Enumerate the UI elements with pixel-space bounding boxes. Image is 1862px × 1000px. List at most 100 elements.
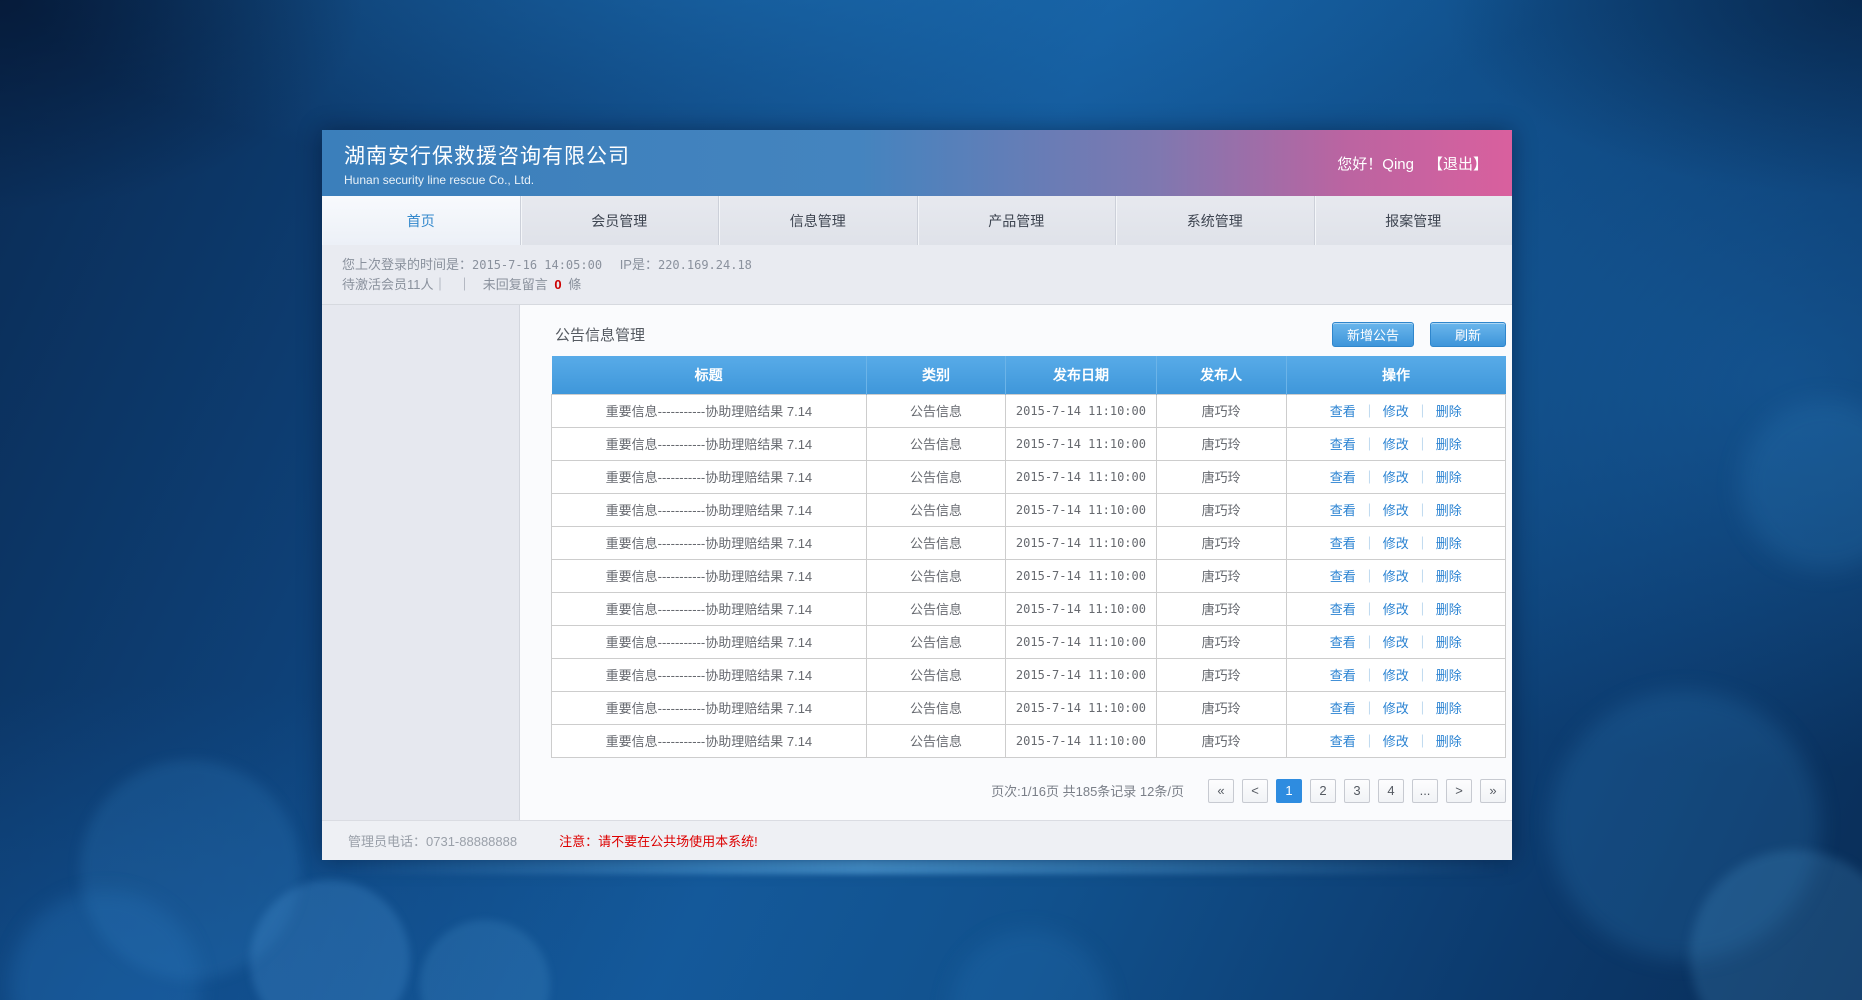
cell-title: 重要信息-----------协助理赔结果 7.14 [552, 592, 867, 625]
cell-publisher: 唐巧玲 [1156, 493, 1286, 526]
delete-link[interactable]: 删除 [1436, 635, 1462, 650]
edit-link[interactable]: 修改 [1383, 734, 1409, 749]
delete-link[interactable]: 删除 [1436, 668, 1462, 683]
cell-actions: 查看｜修改｜删除 [1286, 427, 1505, 460]
page-button-ellipsis[interactable]: ... [1412, 779, 1438, 803]
edit-link[interactable]: 修改 [1383, 404, 1409, 419]
view-link[interactable]: 查看 [1330, 536, 1356, 551]
delete-link[interactable]: 删除 [1436, 701, 1462, 716]
ip-address: 220.169.24.18 [658, 258, 752, 272]
refresh-button[interactable]: 刷新 [1430, 322, 1506, 347]
table-row: 重要信息-----------协助理赔结果 7.14公告信息2015-7-14 … [552, 658, 1506, 691]
action-separator: ｜ [1363, 635, 1376, 650]
edit-link[interactable]: 修改 [1383, 602, 1409, 617]
member-stats-line: 待激活会员11人｜ ｜ 未回复留言 0 條 [342, 275, 1512, 295]
edit-link[interactable]: 修改 [1383, 635, 1409, 650]
cell-category: 公告信息 [866, 526, 1005, 559]
cell-category: 公告信息 [866, 592, 1005, 625]
table-header-row: 标题类别发布日期发布人操作 [552, 356, 1506, 394]
view-link[interactable]: 查看 [1330, 668, 1356, 683]
edit-link[interactable]: 修改 [1383, 470, 1409, 485]
cell-actions: 查看｜修改｜删除 [1286, 460, 1505, 493]
view-link[interactable]: 查看 [1330, 470, 1356, 485]
delete-link[interactable]: 删除 [1436, 470, 1462, 485]
view-link[interactable]: 查看 [1330, 635, 1356, 650]
nav-tab-products[interactable]: 产品管理 [918, 196, 1117, 245]
nav-tab-members[interactable]: 会员管理 [521, 196, 720, 245]
main-nav: 首页会员管理信息管理产品管理系统管理报案管理 [322, 196, 1512, 245]
pagination-summary: 页次:1/16页 共185条记录 12条/页 [991, 781, 1184, 800]
view-link[interactable]: 查看 [1330, 437, 1356, 452]
nav-tab-information[interactable]: 信息管理 [719, 196, 918, 245]
column-header: 发布人 [1156, 356, 1286, 394]
main-body: 公告信息管理 新增公告 刷新 标题类别发布日期发布人操作 重要信息-------… [322, 305, 1512, 820]
login-info-bar: 您上次登录的时间是：2015-7-16 14:05:00 IP是：220.169… [322, 245, 1512, 305]
action-separator: ｜ [1416, 404, 1429, 419]
delete-link[interactable]: 删除 [1436, 536, 1462, 551]
delete-link[interactable]: 删除 [1436, 503, 1462, 518]
cell-actions: 查看 ｜ 修改 ｜ 删除 [1286, 394, 1505, 427]
table-row: 重要信息-----------协助理赔结果 7.14公告信息2015-7-14 … [552, 724, 1506, 757]
bokeh-circle [420, 920, 550, 1000]
view-link[interactable]: 查看 [1330, 734, 1356, 749]
cell-title: 重要信息-----------协助理赔结果 7.14 [552, 460, 867, 493]
view-link[interactable]: 查看 [1330, 701, 1356, 716]
edit-link[interactable]: 修改 [1383, 503, 1409, 518]
delete-link[interactable]: 删除 [1436, 734, 1462, 749]
view-link[interactable]: 查看 [1330, 602, 1356, 617]
page-button-last[interactable]: » [1480, 779, 1506, 803]
cell-category: 公告信息 [866, 724, 1005, 757]
page-button-first[interactable]: « [1208, 779, 1234, 803]
delete-link[interactable]: 删除 [1436, 569, 1462, 584]
column-header: 类别 [866, 356, 1005, 394]
cell-publisher: 唐巧玲 [1156, 724, 1286, 757]
app-footer: 管理员电话：0731-88888888 注意：请不要在公共场使用本系统! [322, 820, 1512, 860]
cell-title: 重要信息-----------协助理赔结果 7.14 [552, 526, 867, 559]
table-row: 重要信息-----------协助理赔结果 7.14公告信息2015-7-14 … [552, 427, 1506, 460]
delete-link[interactable]: 删除 [1436, 404, 1462, 419]
edit-link[interactable]: 修改 [1383, 701, 1409, 716]
cell-date: 2015-7-14 11:10:00 [1006, 592, 1157, 625]
page-button-page-3[interactable]: 3 [1344, 779, 1370, 803]
add-announcement-button[interactable]: 新增公告 [1332, 322, 1414, 347]
action-separator: ｜ [1363, 437, 1376, 452]
view-link[interactable]: 查看 [1330, 503, 1356, 518]
edit-link[interactable]: 修改 [1383, 536, 1409, 551]
action-separator: ｜ [1416, 536, 1429, 551]
cell-category: 公告信息 [866, 658, 1005, 691]
view-link[interactable]: 查看 [1330, 569, 1356, 584]
action-separator: ｜ [1363, 404, 1376, 419]
page-button-next[interactable]: > [1446, 779, 1472, 803]
edit-link[interactable]: 修改 [1383, 569, 1409, 584]
cell-actions: 查看｜修改｜删除 [1286, 724, 1505, 757]
nav-tab-system[interactable]: 系统管理 [1116, 196, 1315, 245]
page-button-page-1[interactable]: 1 [1276, 779, 1302, 803]
delete-link[interactable]: 删除 [1436, 602, 1462, 617]
cell-category: 公告信息 [866, 493, 1005, 526]
nav-tab-report[interactable]: 报案管理 [1315, 196, 1513, 245]
content-area: 公告信息管理 新增公告 刷新 标题类别发布日期发布人操作 重要信息-------… [520, 305, 1512, 820]
last-login-line: 您上次登录的时间是：2015-7-16 14:05:00 IP是：220.169… [342, 255, 1512, 275]
desktop-background: 湖南安行保救援咨询有限公司 Hunan security line rescue… [0, 0, 1862, 1000]
action-separator: ｜ [1416, 602, 1429, 617]
table-row: 重要信息-----------协助理赔结果 7.14公告信息2015-7-14 … [552, 559, 1506, 592]
cell-title: 重要信息-----------协助理赔结果 7.14 [552, 691, 867, 724]
cell-title: 重要信息-----------协助理赔结果 7.14 [552, 427, 867, 460]
last-login-time: 2015-7-16 14:05:00 [472, 258, 602, 272]
cell-date: 2015-7-14 11:10:00 [1006, 559, 1157, 592]
page-button-page-4[interactable]: 4 [1378, 779, 1404, 803]
edit-link[interactable]: 修改 [1383, 668, 1409, 683]
page-button-prev[interactable]: < [1242, 779, 1268, 803]
delete-link[interactable]: 删除 [1436, 437, 1462, 452]
logout-button[interactable]: 【退出】 [1428, 153, 1488, 174]
action-separator: ｜ [1416, 569, 1429, 584]
stats-separator: ｜ [458, 277, 471, 292]
nav-tab-home[interactable]: 首页 [322, 196, 521, 245]
table-row: 重要信息-----------协助理赔结果 7.14公告信息2015-7-14 … [552, 691, 1506, 724]
page-button-page-2[interactable]: 2 [1310, 779, 1336, 803]
edit-link[interactable]: 修改 [1383, 437, 1409, 452]
action-separator: ｜ [1363, 602, 1376, 617]
user-area: 您好！Qing 【退出】 [1337, 153, 1488, 174]
column-header: 发布日期 [1006, 356, 1157, 394]
view-link[interactable]: 查看 [1330, 404, 1356, 419]
